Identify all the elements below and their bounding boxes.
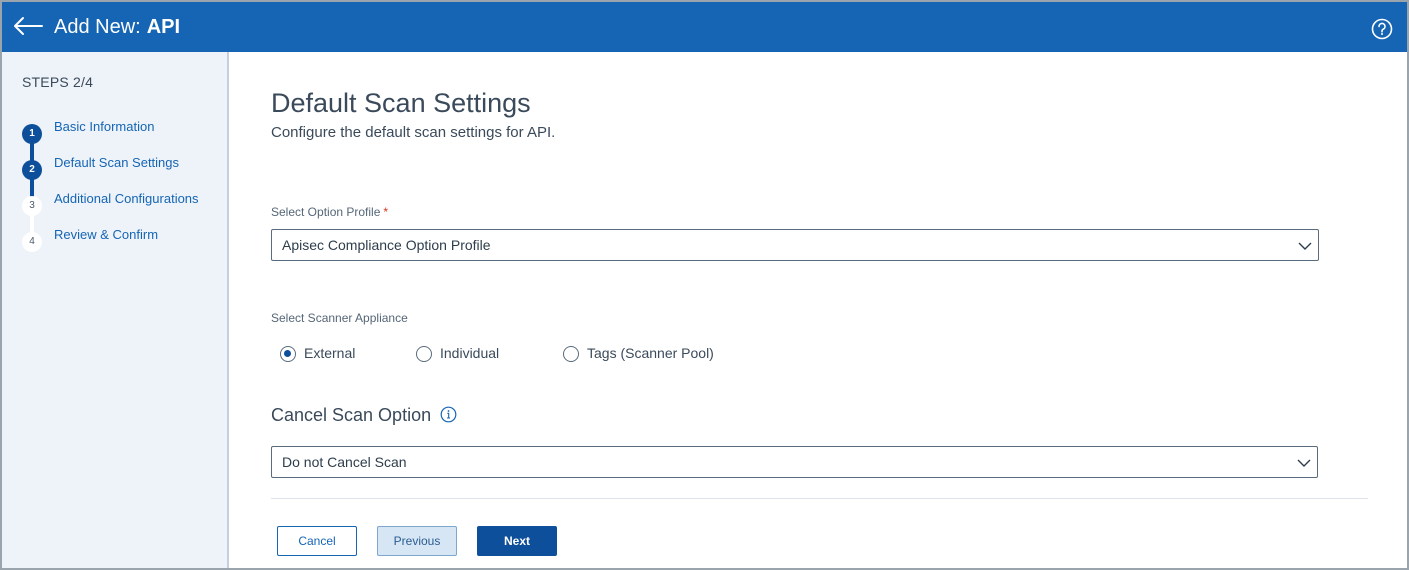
step-label: Additional Configurations [54, 191, 199, 206]
radio-label: External [304, 345, 356, 361]
step-label: Review & Confirm [54, 227, 159, 242]
cancel-scan-option-title: Cancel Scan Option [271, 405, 457, 426]
steps-sidebar: STEPS 2/4 1 Basic Information 2 Default … [2, 52, 229, 568]
steps-progress-label: STEPS 2/4 [22, 74, 94, 90]
radio-label: Individual [440, 345, 500, 361]
question-circle-icon[interactable] [1371, 18, 1393, 40]
required-mark: * [383, 205, 389, 219]
previous-button[interactable]: Previous [377, 526, 457, 556]
step-number-badge: 1 [22, 124, 42, 144]
header-title-prefix: Add New: [54, 16, 141, 38]
radio-label: Tags (Scanner Pool) [587, 345, 714, 361]
cancel-scan-option-title-text: Cancel Scan Option [271, 405, 432, 425]
step-default-scan-settings[interactable]: 2 Default Scan Settings [2, 154, 227, 184]
header-title-name: API [146, 16, 181, 38]
option-profile-label: Select Option Profile * [271, 205, 388, 219]
main-content: Default Scan Settings Configure the defa… [231, 52, 1407, 568]
step-number-badge: 3 [22, 196, 42, 216]
cancel-scan-select[interactable]: Do not Cancel Scan [271, 446, 1318, 478]
cancel-button[interactable]: Cancel [277, 526, 357, 556]
page-subtitle: Configure the default scan settings for … [271, 124, 556, 141]
scanner-appliance-label: Select Scanner Appliance [271, 311, 408, 325]
chevron-down-icon [1298, 242, 1312, 250]
radio-circle[interactable] [416, 346, 432, 362]
footer-divider [271, 498, 1368, 499]
cancel-scan-value: Do not Cancel Scan [282, 454, 407, 470]
next-button[interactable]: Next [477, 526, 557, 556]
page-header-title: Add New: API [54, 15, 180, 39]
option-profile-value: Apisec Compliance Option Profile [282, 237, 491, 253]
step-review-confirm[interactable]: 4 Review & Confirm [2, 226, 227, 256]
add-new-api-window: Add New: API STEPS 2/4 1 Basic Informatio… [0, 0, 1409, 570]
option-profile-label-text: Select Option Profile [271, 205, 381, 219]
step-additional-configurations[interactable]: 3 Additional Configurations [2, 190, 227, 220]
header-bar: Add New: API [2, 2, 1407, 52]
step-label: Default Scan Settings [54, 155, 180, 170]
info-circle-icon[interactable] [440, 406, 457, 423]
step-number-badge: 2 [22, 160, 42, 180]
radio-circle[interactable] [563, 346, 579, 362]
radio-circle-selected[interactable] [280, 346, 296, 362]
option-profile-select[interactable]: Apisec Compliance Option Profile [271, 229, 1319, 261]
step-number-badge: 4 [22, 232, 42, 252]
step-label: Basic Information [54, 119, 155, 134]
chevron-down-icon [1297, 459, 1311, 467]
page-title: Default Scan Settings [271, 88, 531, 118]
arrow-left-icon[interactable] [12, 13, 44, 39]
step-basic-information[interactable]: 1 Basic Information [2, 118, 227, 148]
